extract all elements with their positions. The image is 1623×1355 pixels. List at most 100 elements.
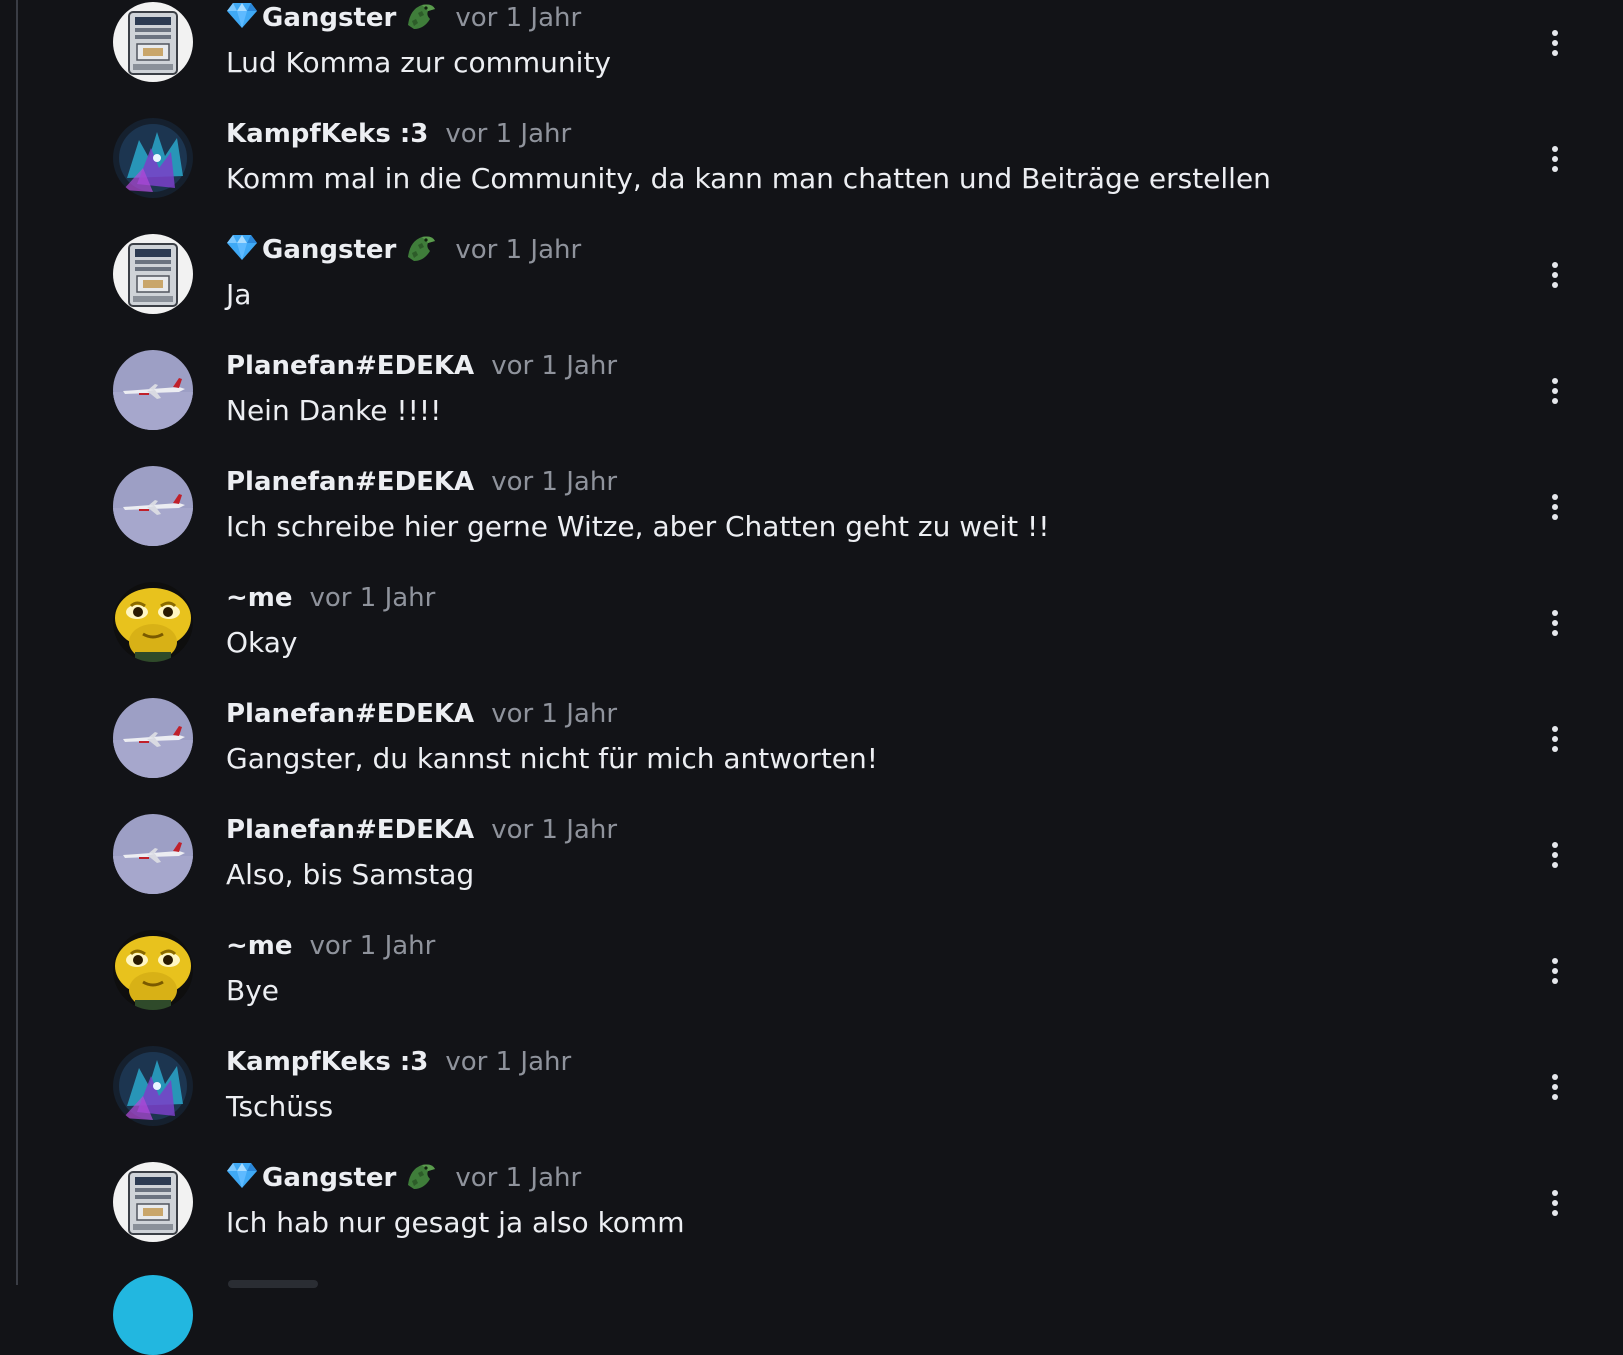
comment-text: Ich hab nur gesagt ja also komm bbox=[226, 1206, 685, 1239]
comment-text: Nein Danke !!!! bbox=[226, 394, 442, 427]
comment-text: Also, bis Samstag bbox=[226, 858, 475, 891]
more-vertical-icon bbox=[1552, 842, 1558, 868]
more-options-button[interactable] bbox=[1535, 482, 1575, 532]
yellow-alien-avatar[interactable] bbox=[113, 930, 193, 1010]
comment-meta: KampfKeks :3 vor 1 Jahr bbox=[226, 116, 571, 152]
comment-text: Okay bbox=[226, 626, 298, 659]
author-name[interactable]: Planefan#EDEKA bbox=[226, 351, 474, 381]
more-vertical-icon bbox=[1552, 610, 1558, 636]
author-label: Planefan#EDEKA bbox=[226, 699, 475, 729]
timestamp: vor 1 Jahr bbox=[445, 119, 572, 149]
comment-meta: Gangster vor 1 Jahr bbox=[226, 1160, 581, 1196]
timestamp: vor 1 Jahr bbox=[491, 351, 618, 381]
comment-text: Komm mal in die Community, da kann man c… bbox=[226, 162, 1271, 195]
gem-icon bbox=[226, 233, 258, 268]
more-vertical-icon bbox=[1552, 378, 1558, 404]
more-vertical-icon bbox=[1552, 1074, 1558, 1100]
author-name[interactable]: ~me bbox=[226, 931, 293, 961]
more-options-button[interactable] bbox=[1535, 830, 1575, 880]
gem-icon bbox=[226, 1, 258, 36]
more-options-button[interactable] bbox=[1535, 598, 1575, 648]
airplane-avatar[interactable] bbox=[113, 698, 193, 778]
comment-item: Planefan#EDEKA vor 1 Jahr Also, bis Sams… bbox=[0, 812, 1623, 928]
more-options-button[interactable] bbox=[1535, 1178, 1575, 1228]
airplane-avatar[interactable] bbox=[113, 350, 193, 430]
gem-icon bbox=[226, 1161, 258, 1196]
comment-meta: Planefan#EDEKA vor 1 Jahr bbox=[226, 464, 617, 500]
airplane-avatar[interactable] bbox=[113, 814, 193, 894]
author-name[interactable]: Gangster bbox=[226, 231, 438, 270]
comment-text: Ich schreibe hier gerne Witze, aber Chat… bbox=[226, 510, 1050, 543]
wolf-art-avatar[interactable] bbox=[113, 1046, 193, 1126]
author-label: Planefan#EDEKA bbox=[226, 815, 475, 845]
author-label: KampfKeks :3 bbox=[226, 1047, 429, 1077]
timestamp: vor 1 Jahr bbox=[491, 815, 618, 845]
more-options-button[interactable] bbox=[1535, 366, 1575, 416]
airplane-avatar[interactable] bbox=[113, 466, 193, 546]
timestamp: vor 1 Jahr bbox=[309, 583, 436, 613]
author-label: Gangster bbox=[262, 3, 397, 33]
yellow-alien-avatar[interactable] bbox=[113, 582, 193, 662]
author-label: Gangster bbox=[262, 1163, 397, 1193]
more-options-button[interactable] bbox=[1535, 946, 1575, 996]
comment-text: Ja bbox=[226, 278, 252, 311]
comment-item: Planefan#EDEKA vor 1 Jahr Ich schreibe h… bbox=[0, 464, 1623, 580]
author-label: ~me bbox=[226, 583, 293, 613]
author-name[interactable]: Planefan#EDEKA bbox=[226, 699, 474, 729]
more-options-button[interactable] bbox=[1535, 250, 1575, 300]
more-vertical-icon bbox=[1552, 726, 1558, 752]
author-name[interactable]: Gangster bbox=[226, 0, 438, 38]
timestamp: vor 1 Jahr bbox=[309, 931, 436, 961]
comment-meta: Planefan#EDEKA vor 1 Jahr bbox=[226, 348, 617, 384]
more-vertical-icon bbox=[1552, 146, 1558, 172]
author-name[interactable]: KampfKeks :3 bbox=[226, 119, 428, 149]
next-comment-avatar bbox=[113, 1275, 193, 1355]
money-counter-avatar[interactable] bbox=[113, 2, 193, 82]
timestamp: vor 1 Jahr bbox=[445, 1047, 572, 1077]
comment-meta: ~me vor 1 Jahr bbox=[226, 928, 435, 964]
crocodile-icon bbox=[404, 0, 438, 38]
more-options-button[interactable] bbox=[1535, 714, 1575, 764]
money-counter-avatar[interactable] bbox=[113, 1162, 193, 1242]
author-label: Gangster bbox=[262, 235, 397, 265]
comment-item: KampfKeks :3 vor 1 Jahr Tschüss bbox=[0, 1044, 1623, 1160]
comment-item: Gangster vor 1 Jahr Ja bbox=[0, 232, 1623, 348]
comment-text: Lud Komma zur community bbox=[226, 46, 611, 79]
money-counter-avatar[interactable] bbox=[113, 234, 193, 314]
more-options-button[interactable] bbox=[1535, 1062, 1575, 1112]
comment-meta: ~me vor 1 Jahr bbox=[226, 580, 435, 616]
author-name[interactable]: KampfKeks :3 bbox=[226, 1047, 428, 1077]
author-label: ~me bbox=[226, 931, 293, 961]
author-label: Planefan#EDEKA bbox=[226, 467, 475, 497]
comment-text: Bye bbox=[226, 974, 280, 1007]
comment-item: Planefan#EDEKA vor 1 Jahr Gangster, du k… bbox=[0, 696, 1623, 812]
comment-meta: Planefan#EDEKA vor 1 Jahr bbox=[226, 812, 617, 848]
timestamp: vor 1 Jahr bbox=[455, 1163, 582, 1193]
timestamp: vor 1 Jahr bbox=[455, 3, 582, 33]
timestamp: vor 1 Jahr bbox=[455, 235, 582, 265]
author-label: KampfKeks :3 bbox=[226, 119, 429, 149]
author-label: Planefan#EDEKA bbox=[226, 351, 475, 381]
comment-meta: KampfKeks :3 vor 1 Jahr bbox=[226, 1044, 571, 1080]
crocodile-icon bbox=[404, 231, 438, 270]
more-options-button[interactable] bbox=[1535, 18, 1575, 68]
comment-meta: Gangster vor 1 Jahr bbox=[226, 0, 581, 36]
author-name[interactable]: Planefan#EDEKA bbox=[226, 815, 474, 845]
more-vertical-icon bbox=[1552, 1190, 1558, 1216]
comment-item: Gangster vor 1 Jahr Ich hab nur gesagt j… bbox=[0, 1160, 1623, 1276]
comment-item: Planefan#EDEKA vor 1 Jahr Nein Danke !!!… bbox=[0, 348, 1623, 464]
comment-item: ~me vor 1 Jahr Bye bbox=[0, 928, 1623, 1044]
more-vertical-icon bbox=[1552, 30, 1558, 56]
more-options-button[interactable] bbox=[1535, 134, 1575, 184]
comment-item: Gangster vor 1 Jahr Lud Komma zur commun… bbox=[0, 0, 1623, 116]
more-vertical-icon bbox=[1552, 262, 1558, 288]
crocodile-icon bbox=[404, 1159, 438, 1198]
wolf-art-avatar[interactable] bbox=[113, 118, 193, 198]
comment-text: Gangster, du kannst nicht für mich antwo… bbox=[226, 742, 878, 775]
more-vertical-icon bbox=[1552, 494, 1558, 520]
timestamp: vor 1 Jahr bbox=[491, 699, 618, 729]
author-name[interactable]: Gangster bbox=[226, 1159, 438, 1198]
author-name[interactable]: ~me bbox=[226, 583, 293, 613]
comment-text: Tschüss bbox=[226, 1090, 334, 1123]
author-name[interactable]: Planefan#EDEKA bbox=[226, 467, 474, 497]
